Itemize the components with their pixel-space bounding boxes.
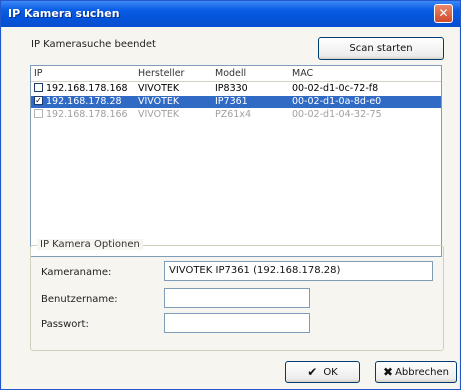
row-model: IP8330 bbox=[215, 83, 248, 94]
row-mac: 00-02-d1-0a-8d-e0 bbox=[292, 96, 382, 107]
row-mac: 00-02-d1-0c-72-f8 bbox=[292, 83, 379, 94]
list-row[interactable]: 192.168.178.168 VIVOTEK IP8330 00-02-d1-… bbox=[31, 83, 441, 95]
ok-button-label: OK bbox=[323, 366, 338, 378]
title-bar[interactable]: IP Kamera suchen ✕ bbox=[1, 1, 460, 27]
dialog-body: IP Kamerasuche beendet Scan starten IP H… bbox=[2, 27, 459, 389]
row-vendor: VIVOTEK bbox=[138, 96, 180, 107]
camera-name-field[interactable]: VIVOTEK IP7361 (192.168.178.28) bbox=[164, 261, 433, 281]
close-icon[interactable]: ✕ bbox=[434, 4, 453, 23]
cross-icon: ✖ bbox=[383, 365, 394, 379]
username-field[interactable] bbox=[164, 288, 310, 308]
camera-list[interactable]: IP Hersteller Modell MAC 192.168.178.168… bbox=[30, 65, 442, 257]
status-text: IP Kamerasuche beendet bbox=[31, 39, 156, 50]
row-vendor: VIVOTEK bbox=[138, 83, 180, 94]
password-label: Passwort: bbox=[41, 319, 89, 330]
options-group-title: IP Kamera Optionen bbox=[37, 239, 143, 250]
window-title: IP Kamera suchen bbox=[8, 7, 120, 20]
column-header-model[interactable]: Modell bbox=[215, 68, 246, 79]
row-model: PZ61x4 bbox=[215, 109, 251, 120]
column-header-vendor[interactable]: Hersteller bbox=[138, 68, 184, 79]
column-header-mac[interactable]: MAC bbox=[292, 68, 313, 79]
column-header-ip[interactable]: IP bbox=[34, 68, 43, 79]
list-row-selected[interactable]: ✓ 192.168.178.28 VIVOTEK IP7361 00-02-d1… bbox=[31, 96, 441, 108]
checkmark-icon: ✔ bbox=[307, 365, 318, 379]
row-checkbox[interactable] bbox=[34, 83, 43, 92]
row-model: IP7361 bbox=[215, 96, 248, 107]
row-ip: 192.168.178.168 bbox=[46, 83, 128, 94]
row-checkbox-checked[interactable]: ✓ bbox=[34, 96, 43, 105]
camera-name-label: Kameraname: bbox=[41, 267, 112, 278]
username-label: Benutzername: bbox=[41, 294, 118, 305]
row-ip: 192.168.178.28 bbox=[46, 96, 122, 107]
row-mac: 00-02-d1-04-32-75 bbox=[292, 109, 382, 120]
password-field[interactable] bbox=[164, 313, 310, 333]
cancel-button-label: Abbrechen bbox=[395, 366, 449, 378]
scan-start-button[interactable]: Scan starten bbox=[318, 37, 444, 60]
dialog-window: IP Kamera suchen ✕ IP Kamerasuche beende… bbox=[0, 0, 461, 390]
row-checkbox[interactable] bbox=[34, 109, 43, 118]
list-row-disabled[interactable]: 192.168.178.166 VIVOTEK PZ61x4 00-02-d1-… bbox=[31, 109, 441, 121]
cancel-button[interactable]: ✖ Abbrechen bbox=[375, 361, 457, 383]
ok-button[interactable]: ✔ OK bbox=[285, 361, 360, 383]
row-vendor: VIVOTEK bbox=[138, 109, 180, 120]
row-ip: 192.168.178.166 bbox=[46, 109, 128, 120]
list-header: IP Hersteller Modell MAC bbox=[31, 66, 441, 82]
